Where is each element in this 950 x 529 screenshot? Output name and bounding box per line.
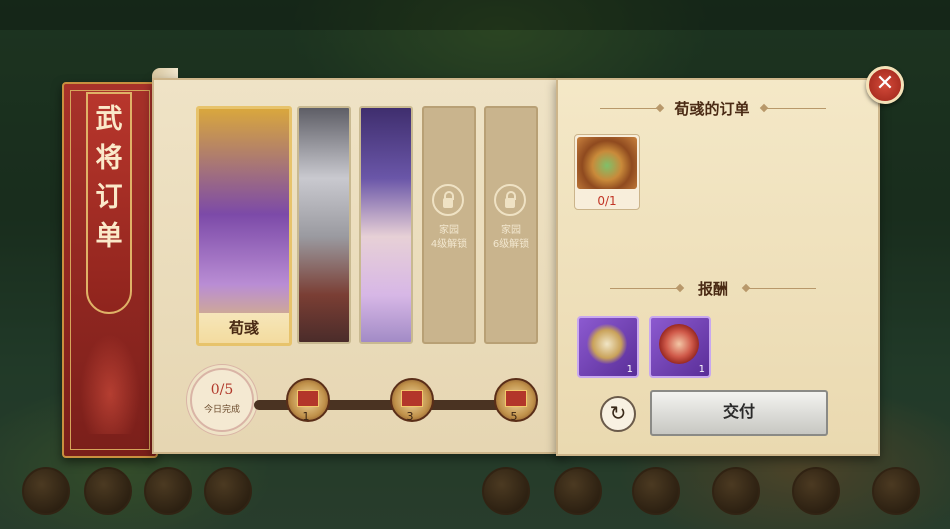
daily-progress: 0/5 今日完成: [190, 368, 254, 432]
tin-box-icon: [659, 324, 699, 364]
lock-line2: 4级解锁: [430, 239, 468, 250]
milestone-label: 3: [406, 410, 414, 423]
hero-name: 荀彧: [199, 313, 289, 343]
lock-icon: [494, 184, 526, 216]
lock-icon: [432, 184, 464, 216]
reward-count: 1: [698, 364, 705, 375]
progress-label: 今日完成: [203, 405, 240, 415]
order-item-count: 0/1: [597, 194, 617, 208]
chest-box: [401, 390, 423, 407]
reward-title: 报酬: [697, 280, 728, 298]
hero-card-xunyu[interactable]: 荀彧: [196, 106, 292, 346]
milestone-label: 5: [510, 410, 518, 423]
hero-card-2[interactable]: [297, 106, 351, 344]
lock-text: 家园 6级解锁: [486, 224, 536, 252]
flame-decoration: [80, 334, 140, 434]
divider: [746, 288, 816, 289]
order-ribbon: 武将订单: [62, 82, 158, 458]
order-title: 荀彧的订单: [674, 100, 750, 118]
divider: [764, 108, 826, 109]
hero-card-3[interactable]: [359, 106, 413, 344]
locked-slot: 家园 6级解锁: [484, 106, 538, 344]
lock-line2: 6级解锁: [492, 239, 530, 250]
lock-line1: 家园: [439, 225, 459, 236]
divider: [610, 288, 680, 289]
reward-count: 1: [626, 364, 633, 375]
reward-item[interactable]: 1: [649, 316, 711, 378]
divider: [600, 108, 660, 109]
kite-icon: [587, 324, 627, 364]
refresh-button[interactable]: ↻: [600, 396, 636, 432]
ribbon-title: 武将订单: [86, 92, 132, 314]
lock-text: 家园 4级解锁: [424, 224, 474, 252]
milestone-label: 1: [302, 410, 310, 423]
reward-item[interactable]: 1: [577, 316, 639, 378]
order-item[interactable]: 0/1: [574, 134, 640, 210]
noodle-bowl-icon: [577, 137, 637, 189]
close-button[interactable]: ✕: [866, 66, 904, 104]
chest-box: [505, 390, 527, 407]
progress-count: 0/5: [210, 382, 234, 398]
lock-line1: 家园: [501, 225, 521, 236]
chest-box: [297, 390, 319, 407]
locked-slot: 家园 4级解锁: [422, 106, 476, 344]
submit-button[interactable]: 交付: [650, 390, 828, 436]
